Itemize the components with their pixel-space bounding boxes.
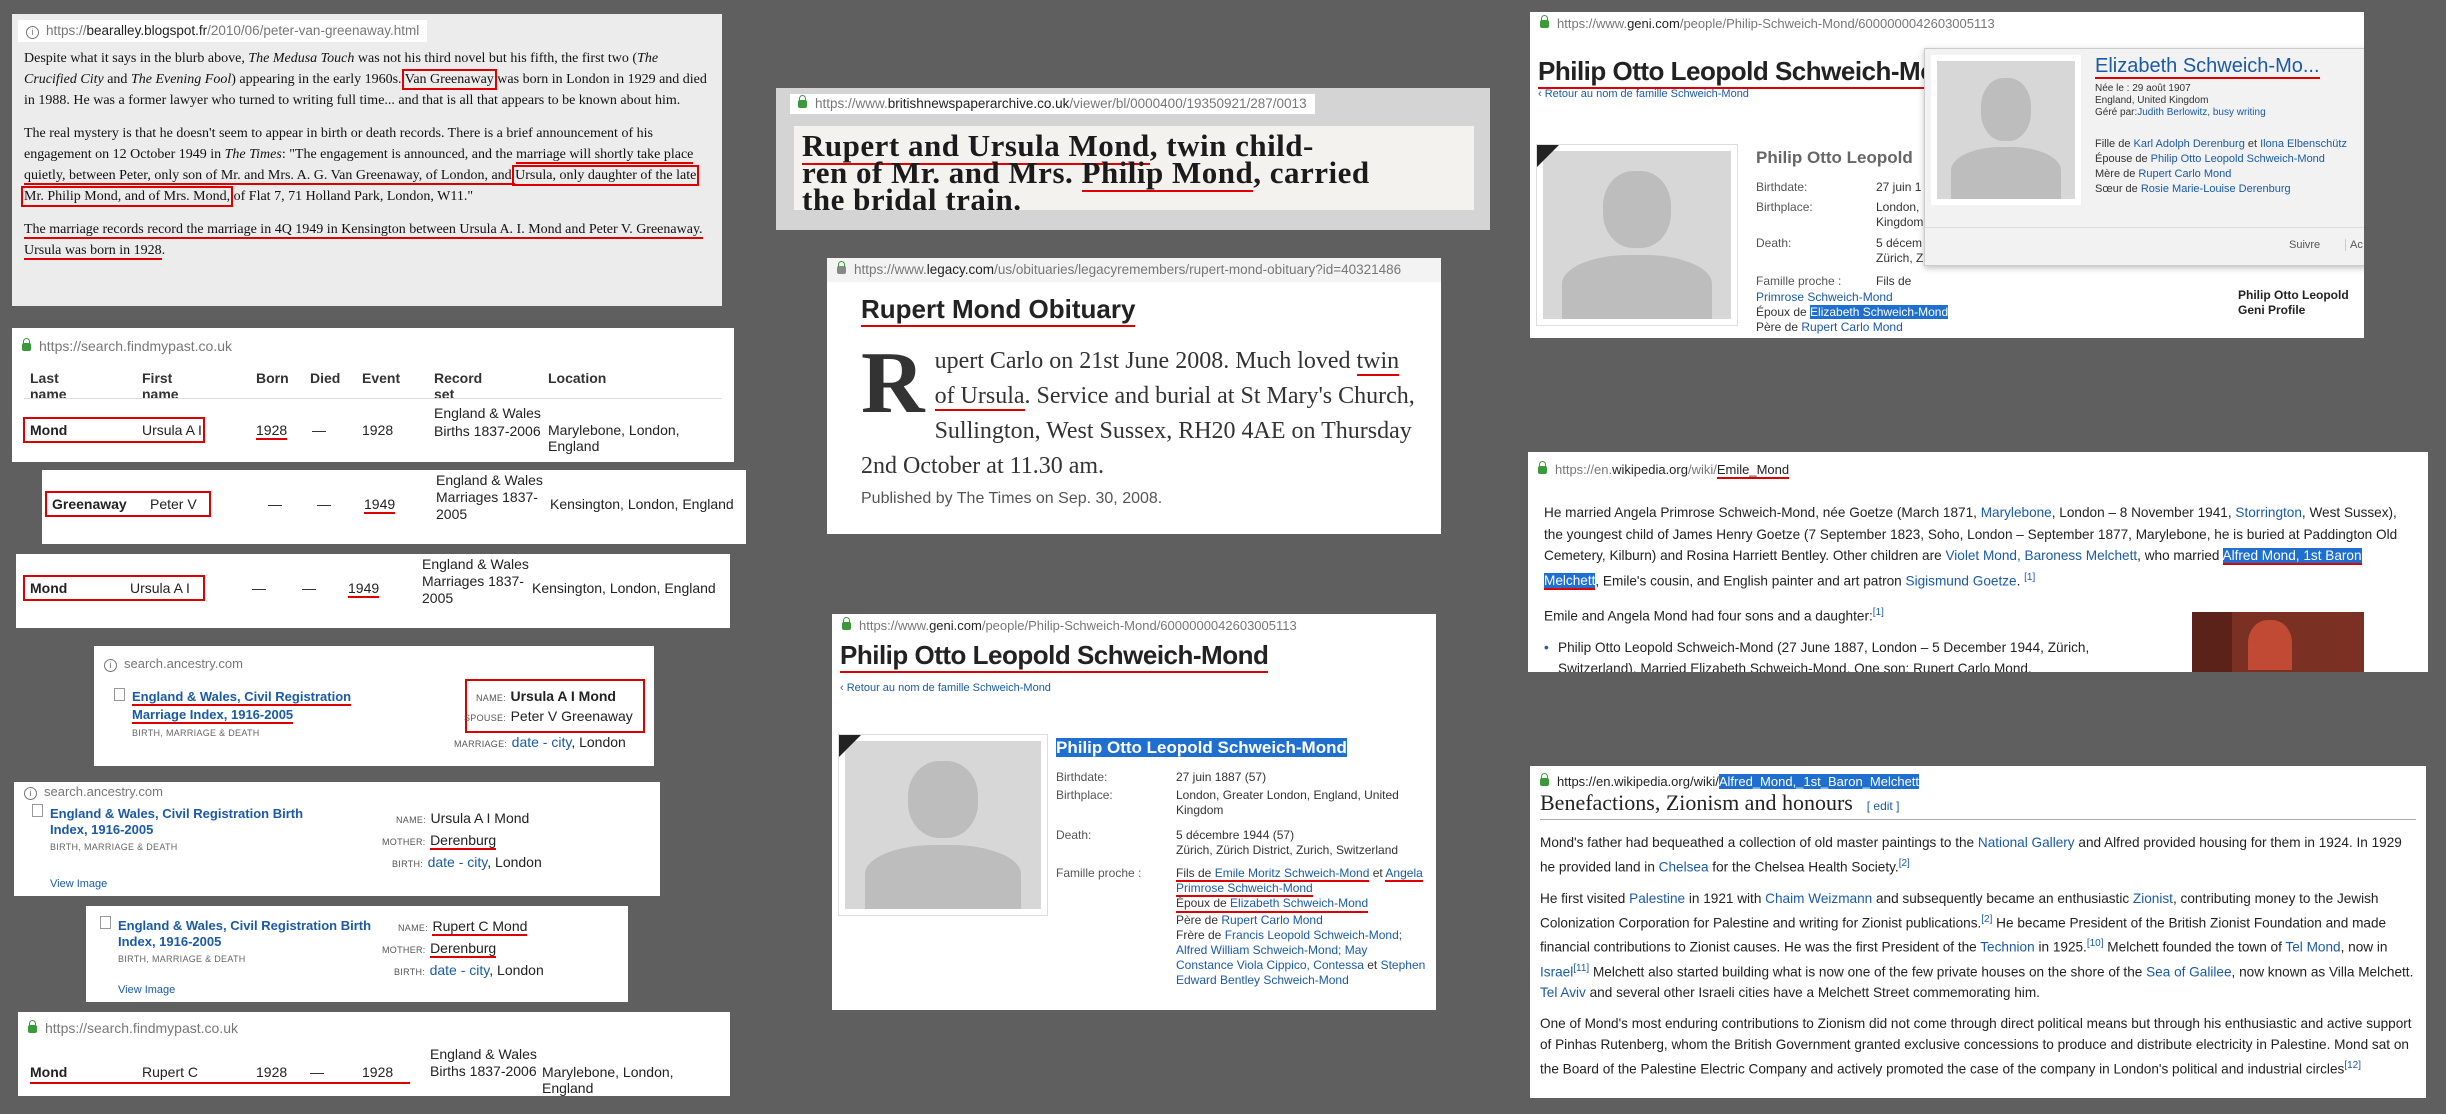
- address-bar[interactable]: https://en.wikipedia.org/wiki/Emile_Mond: [1528, 458, 2428, 482]
- back-link[interactable]: ‹ Retour au nom de famille Schweich-Mond: [1538, 88, 1749, 100]
- avatar: [1931, 55, 2081, 205]
- son-link[interactable]: Rupert Carlo Mond: [1801, 320, 1902, 334]
- address-bar[interactable]: https://www.legacy.com/us/obituaries/leg…: [827, 258, 1441, 282]
- wife-link[interactable]: Elizabeth Schweich-Mond: [1230, 896, 1368, 910]
- address-bar[interactable]: https://search.findmypast.co.uk: [12, 334, 734, 358]
- newspaper-archive-screenshot: https://www.britishnewspaperarchive.co.u…: [776, 88, 1490, 230]
- address-bar[interactable]: https://www.geni.com/people/Philip-Schwe…: [832, 614, 1436, 638]
- mother-link[interactable]: Primrose Schweich-Mond: [1756, 290, 1893, 305]
- lock-icon: [1540, 15, 1549, 28]
- view-image-link[interactable]: View Image: [118, 984, 175, 996]
- popup-name[interactable]: Elizabeth Schweich-Mo...: [2095, 55, 2320, 79]
- lock-icon: [22, 338, 31, 351]
- info-icon: i: [26, 26, 39, 39]
- father-link[interactable]: Emile Moritz Schweich-Mond: [1215, 866, 1370, 880]
- view-image-link[interactable]: View Image: [50, 878, 107, 890]
- son-link[interactable]: Rupert Carlo Mond: [2138, 168, 2231, 180]
- husband-link[interactable]: Philip Otto Leopold Schweich-Mond: [2151, 153, 2325, 165]
- wikipedia-emile-mond: https://en.wikipedia.org/wiki/Emile_Mond…: [1528, 452, 2428, 672]
- findmypast-row-rupert: https://search.findmypast.co.uk Mond Rup…: [18, 1012, 730, 1096]
- marriage-link[interactable]: date - city: [512, 734, 572, 750]
- record-title-link[interactable]: England & Wales, Civil Registration Marr…: [132, 689, 352, 724]
- highlight-box: Van Greenaway: [401, 69, 497, 90]
- blog-paragraph: The real mystery is that he doesn't seem…: [20, 126, 700, 207]
- address-bar[interactable]: https://search.findmypast.co.uk: [18, 1016, 730, 1040]
- wiki-link[interactable]: National Gallery: [1978, 835, 2075, 850]
- section-heading: Benefactions, Zionism and honours: [1540, 790, 1853, 815]
- manager-link[interactable]: Judith Berlowitz, busy writing: [2137, 107, 2265, 118]
- lock-icon: [837, 261, 846, 274]
- lock-icon: [798, 95, 807, 108]
- portrait-image: [2192, 612, 2364, 672]
- findmypast-results-1: https://search.findmypast.co.uk Last nam…: [12, 328, 734, 462]
- wiki-link[interactable]: Sea of Galilee: [2146, 964, 2231, 979]
- wiki-link[interactable]: Storrington: [2235, 505, 2302, 520]
- page-title: Philip Otto Leopold Schweich-Mond: [840, 640, 1269, 673]
- follow-button[interactable]: Suivre: [2289, 239, 2320, 251]
- blog-post-body: Despite what it says in the blurb above,…: [12, 42, 722, 261]
- address-bar[interactable]: https://www.geni.com/people/Philip-Schwe…: [1530, 12, 2364, 36]
- wife-link[interactable]: Elizabeth Schweich-Mond: [1810, 305, 1949, 319]
- address-bar[interactable]: i https://bearalley.blogspot.fr/2010/06/p…: [18, 20, 428, 42]
- address-bar[interactable]: https://www.britishnewspaperarchive.co.u…: [790, 94, 1315, 114]
- profile-name: Philip Otto Leopold Schweich-Mond: [1056, 738, 1347, 757]
- birth-link[interactable]: date - city: [430, 962, 490, 978]
- obituary-text: Rupert Carlo on 21st June 2008. Much lov…: [861, 335, 1415, 480]
- wiki-link[interactable]: Chelsea: [1659, 860, 1709, 875]
- ancestry-marriage-record: i search.ancestry.com England & Wales, Ci…: [94, 646, 654, 766]
- info-icon: i: [24, 787, 37, 800]
- wikipedia-alfred-mond: https://en.wikipedia.org/wiki/Alfred_Mon…: [1530, 766, 2426, 1098]
- wiki-link[interactable]: Technion: [1980, 940, 2034, 955]
- newspaper-clipping: Rupert and Ursula Mond, twin child- ren …: [794, 126, 1474, 210]
- record-title-link[interactable]: England & Wales, Civil Registration Birt…: [118, 918, 378, 950]
- document-icon: [100, 916, 111, 929]
- ancestry-birth-record-ursula: i search.ancestry.com England & Wales, Ci…: [14, 782, 660, 896]
- blog-screenshot: i https://bearalley.blogspot.fr/2010/06/p…: [12, 14, 722, 306]
- geni-profile-with-popup: https://www.geni.com/people/Philip-Schwe…: [1530, 12, 2364, 338]
- wiki-link[interactable]: Violet Mond, Baroness Melchett: [1945, 548, 2137, 563]
- blog-paragraph: Despite what it says in the blurb above,…: [24, 51, 707, 108]
- birth-link[interactable]: date - city: [428, 854, 488, 870]
- wiki-link[interactable]: Tel Mond: [2285, 940, 2340, 955]
- lock-icon: [28, 1020, 37, 1033]
- address-bar[interactable]: i search.ancestry.com: [14, 782, 660, 802]
- edit-link[interactable]: [ edit ]: [1867, 799, 1900, 813]
- document-icon: [32, 804, 43, 817]
- action-button[interactable]: Ac: [2345, 239, 2363, 251]
- table-row[interactable]: Mond Ursula A I 1928 — 1928 England & Wa…: [23, 404, 730, 458]
- avatar: [838, 734, 1048, 916]
- wiki-link[interactable]: Zionist: [2133, 891, 2173, 906]
- lock-icon: [1538, 461, 1547, 474]
- legacy-obituary-screenshot: https://www.legacy.com/us/obituaries/leg…: [827, 258, 1441, 534]
- profile-facts: Birthdate: 27 juin 1887 (57) Birthplace: L…: [1056, 770, 1426, 987]
- lock-icon: [842, 617, 851, 630]
- sister-link[interactable]: Rosie Marie-Louise Derenburg: [2141, 183, 2291, 195]
- lock-icon: [1540, 773, 1549, 786]
- record-title-link[interactable]: England & Wales, Civil Registration Birt…: [50, 806, 310, 838]
- findmypast-row-mond-marriage[interactable]: Mond Ursula A I — — 1949 England & Wales…: [16, 554, 730, 628]
- mother-link[interactable]: Ilona Elbenschütz: [2260, 138, 2347, 150]
- ancestry-birth-record-rupert: England & Wales, Civil Registration Birt…: [86, 906, 628, 1002]
- profile-hover-card: Elizabeth Schweich-Mo... Née le : 29 aoû…: [1924, 48, 2364, 266]
- page-title: Rupert Mond Obituary: [861, 294, 1136, 327]
- father-link[interactable]: Karl Adolph Derenburg: [2134, 138, 2245, 150]
- geni-profile-philip: https://www.geni.com/people/Philip-Schwe…: [832, 614, 1436, 1010]
- wiki-link[interactable]: Sigismund Goetze: [1906, 573, 2017, 588]
- table-row[interactable]: Mond Rupert C 1928 — 1928 England & Wale…: [30, 1042, 720, 1096]
- wiki-link[interactable]: Palestine: [1629, 891, 1685, 906]
- address-bar[interactable]: i search.ancestry.com: [94, 652, 654, 676]
- back-link[interactable]: ‹ Retour au nom de famille Schweich-Mond: [840, 682, 1051, 694]
- son-link[interactable]: Rupert Carlo Mond: [1221, 913, 1322, 927]
- info-icon: i: [104, 659, 117, 672]
- blog-paragraph: The marriage records record the marriage…: [24, 222, 703, 260]
- wiki-link[interactable]: Marylebone: [1981, 505, 2052, 520]
- wiki-link[interactable]: Israel: [1540, 964, 1573, 979]
- avatar: [1536, 144, 1738, 326]
- document-icon: [114, 688, 125, 701]
- wiki-link[interactable]: Chaim Weizmann: [1765, 891, 1872, 906]
- wiki-link[interactable]: Tel Aviv: [1540, 985, 1586, 1000]
- findmypast-row-greenaway[interactable]: Greenaway Peter V — — 1949 England & Wal…: [42, 470, 746, 544]
